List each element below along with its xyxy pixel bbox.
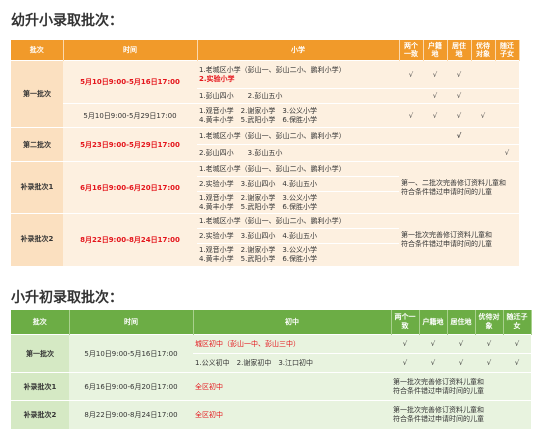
- check-cell: √: [423, 88, 447, 104]
- header-household: 户籍地: [419, 310, 448, 335]
- note-cell: 第一批次完善修订资料儿童和 符合条件错过申请时间的儿童: [391, 400, 531, 429]
- school-cell: 1.公义初中 2.谢家初中 3.江口初中: [193, 353, 391, 373]
- check-cell: √: [447, 334, 475, 354]
- check-cell: [447, 144, 471, 162]
- header-two-consistent: 两个一致: [391, 310, 420, 335]
- batch-cell: 第一批次: [11, 60, 63, 128]
- header-two-consistent: 两个一致: [399, 40, 424, 61]
- time-cell: 5月23日9:00-5月29日17:00: [63, 127, 197, 162]
- check-cell: [495, 88, 519, 104]
- check-cell: [471, 88, 495, 104]
- check-cell: √: [447, 127, 471, 145]
- table-row: 5月10日9:00-5月29日17:00 1.观音小学 2.谢家小学 3.公义小…: [11, 103, 519, 128]
- header-time: 时间: [69, 310, 194, 335]
- check-cell: √: [503, 334, 531, 354]
- check-cell: [399, 127, 423, 145]
- check-cell: √: [447, 88, 471, 104]
- school-cell: 1.老城区小学（彭山一、彭山二小、鹏利小学）: [197, 161, 399, 177]
- school-cell: 全区初中: [193, 400, 391, 429]
- header-migrant: 随迁子女: [503, 310, 532, 335]
- check-cell: √: [419, 334, 447, 354]
- check-cell: √: [423, 60, 447, 89]
- header-preferential: 优待对象: [475, 310, 504, 335]
- school-cell: 1.观音小学 2.谢家小学 3.公义小学 4.黄丰小学 5.武阳小学 6.保胜小学: [197, 103, 399, 128]
- check-cell: [423, 144, 447, 162]
- kindergarten-admission-table: 批次 时间 小学 两个一致 户籍地 居住地 优待对象 随迁子女 第一批次 5月1…: [11, 40, 520, 266]
- header-school: 初中: [193, 310, 392, 335]
- time-cell: 5月10日9:00-5月16日17:00: [63, 60, 197, 104]
- school-cell: 1.彭山四小 2.彭山五小: [197, 88, 399, 104]
- check-cell: √: [391, 353, 419, 373]
- table-row: 补录批次2 8月22日9:00-8月24日17:00 1.老城区小学（彭山一、彭…: [11, 213, 519, 266]
- school-cell: 城区初中（彭山一中、彭山三中）: [193, 334, 391, 354]
- check-cell: √: [471, 103, 495, 128]
- time-cell: 8月22日9:00-8月24日17:00: [69, 400, 193, 429]
- batch-cell: 第一批次: [11, 334, 69, 373]
- school-cell: 2.实验小学 3.彭山四小 4.彭山五小: [197, 228, 399, 244]
- check-cell: √: [475, 353, 503, 373]
- primary-admission-table: 批次 时间 初中 两个一致 户籍地 居住地 优待对象 随迁子女 第一批次 5月1…: [11, 310, 532, 429]
- batch-cell: 补录批次2: [11, 213, 63, 266]
- check-cell: √: [399, 60, 423, 89]
- header-school: 小学: [197, 40, 400, 61]
- check-cell: √: [423, 103, 447, 128]
- note-cell: 第一批次完善修订资料儿童和 符合条件错过申请时间的儿童: [391, 372, 531, 401]
- note-cell: 第一批次完善修订资料儿童和 符合条件错过申请时间的儿童: [399, 213, 519, 266]
- table-row: 第一批次 5月10日9:00-5月16日17:00 城区初中（彭山一中、彭山三中…: [11, 334, 531, 373]
- check-cell: [471, 144, 495, 162]
- table-header-row: 批次 时间 小学 两个一致 户籍地 居住地 优待对象 随迁子女: [11, 40, 520, 61]
- school-cell: 1.老城区小学（彭山一、彭山二小、鹏利小学） 2.实验小学: [197, 60, 399, 89]
- check-cell: [423, 127, 447, 145]
- check-cell: √: [475, 334, 503, 354]
- check-cell: [495, 127, 519, 145]
- note-cell: 第一、二批次完善修订资料儿童和 符合条件错过申请时间的儿童: [399, 161, 519, 214]
- time-cell: 5月10日9:00-5月16日17:00: [69, 334, 193, 373]
- time-cell: 5月10日9:00-5月29日17:00: [63, 103, 197, 128]
- check-cell: √: [399, 103, 423, 128]
- check-cell: [399, 144, 423, 162]
- check-cell: √: [503, 353, 531, 373]
- school-cell: 1.观音小学 2.谢家小学 3.公义小学 4.黄丰小学 5.武阳小学 6.保胜小学: [197, 243, 399, 266]
- header-household: 户籍地: [423, 40, 448, 61]
- school-cell: 2.实验小学 3.彭山四小 4.彭山五小: [197, 176, 399, 192]
- check-cell: √: [391, 334, 419, 354]
- school-cell: 1.观音小学 2.谢家小学 3.公义小学 4.黄丰小学 5.武阳小学 6.保胜小学: [197, 191, 399, 214]
- time-cell: 6月16日9:00-6月20日17:00: [69, 372, 193, 401]
- school-cell: 1.老城区小学（彭山一、彭山二小、鹏利小学）: [197, 213, 399, 229]
- school-cell: 2.彭山四小 3.彭山五小: [197, 144, 399, 162]
- check-cell: √: [447, 60, 471, 89]
- check-cell: √: [447, 103, 471, 128]
- header-preferential: 优待对象: [471, 40, 496, 61]
- kindergarten-section-title: 幼升小录取批次：: [11, 13, 123, 29]
- header-residence: 居住地: [447, 40, 472, 61]
- table-row: 补录批次1 6月16日9:00-6月20日17:00 1.老城区小学（彭山一、彭…: [11, 161, 519, 214]
- time-cell: 8月22日9:00-8月24日17:00: [63, 213, 197, 266]
- table-row: 第二批次 5月23日9:00-5月29日17:00 1.老城区小学（彭山一、彭山…: [11, 127, 519, 162]
- table-header-row: 批次 时间 初中 两个一致 户籍地 居住地 优待对象 随迁子女: [11, 310, 532, 335]
- check-cell: [471, 60, 495, 89]
- table-row: 第一批次 5月10日9:00-5月16日17:00 1.老城区小学（彭山一、彭山…: [11, 60, 519, 128]
- header-migrant: 随迁子女: [495, 40, 520, 61]
- primary-section-title: 小升初录取批次：: [11, 290, 123, 306]
- batch-cell: 补录批次1: [11, 161, 63, 214]
- table-row: 补录批次2 8月22日9:00-8月24日17:00 全区初中 第一批次完善修订…: [11, 400, 531, 429]
- check-cell: √: [495, 144, 519, 162]
- time-cell: 6月16日9:00-6月20日17:00: [63, 161, 197, 214]
- header-residence: 居住地: [447, 310, 476, 335]
- school-cell: 1.老城区小学（彭山一、彭山二小、鹏利小学）: [197, 127, 399, 145]
- check-cell: [399, 88, 423, 104]
- check-cell: √: [447, 353, 475, 373]
- header-batch: 批次: [11, 40, 64, 61]
- check-cell: [471, 127, 495, 145]
- school-cell: 全区初中: [193, 372, 391, 401]
- batch-cell: 补录批次2: [11, 400, 69, 429]
- check-cell: [495, 103, 519, 128]
- header-batch: 批次: [11, 310, 70, 335]
- table-row: 补录批次1 6月16日9:00-6月20日17:00 全区初中 第一批次完善修订…: [11, 372, 531, 401]
- batch-cell: 第二批次: [11, 127, 63, 162]
- check-cell: [495, 60, 519, 89]
- batch-cell: 补录批次1: [11, 372, 69, 401]
- check-cell: √: [419, 353, 447, 373]
- header-time: 时间: [63, 40, 198, 61]
